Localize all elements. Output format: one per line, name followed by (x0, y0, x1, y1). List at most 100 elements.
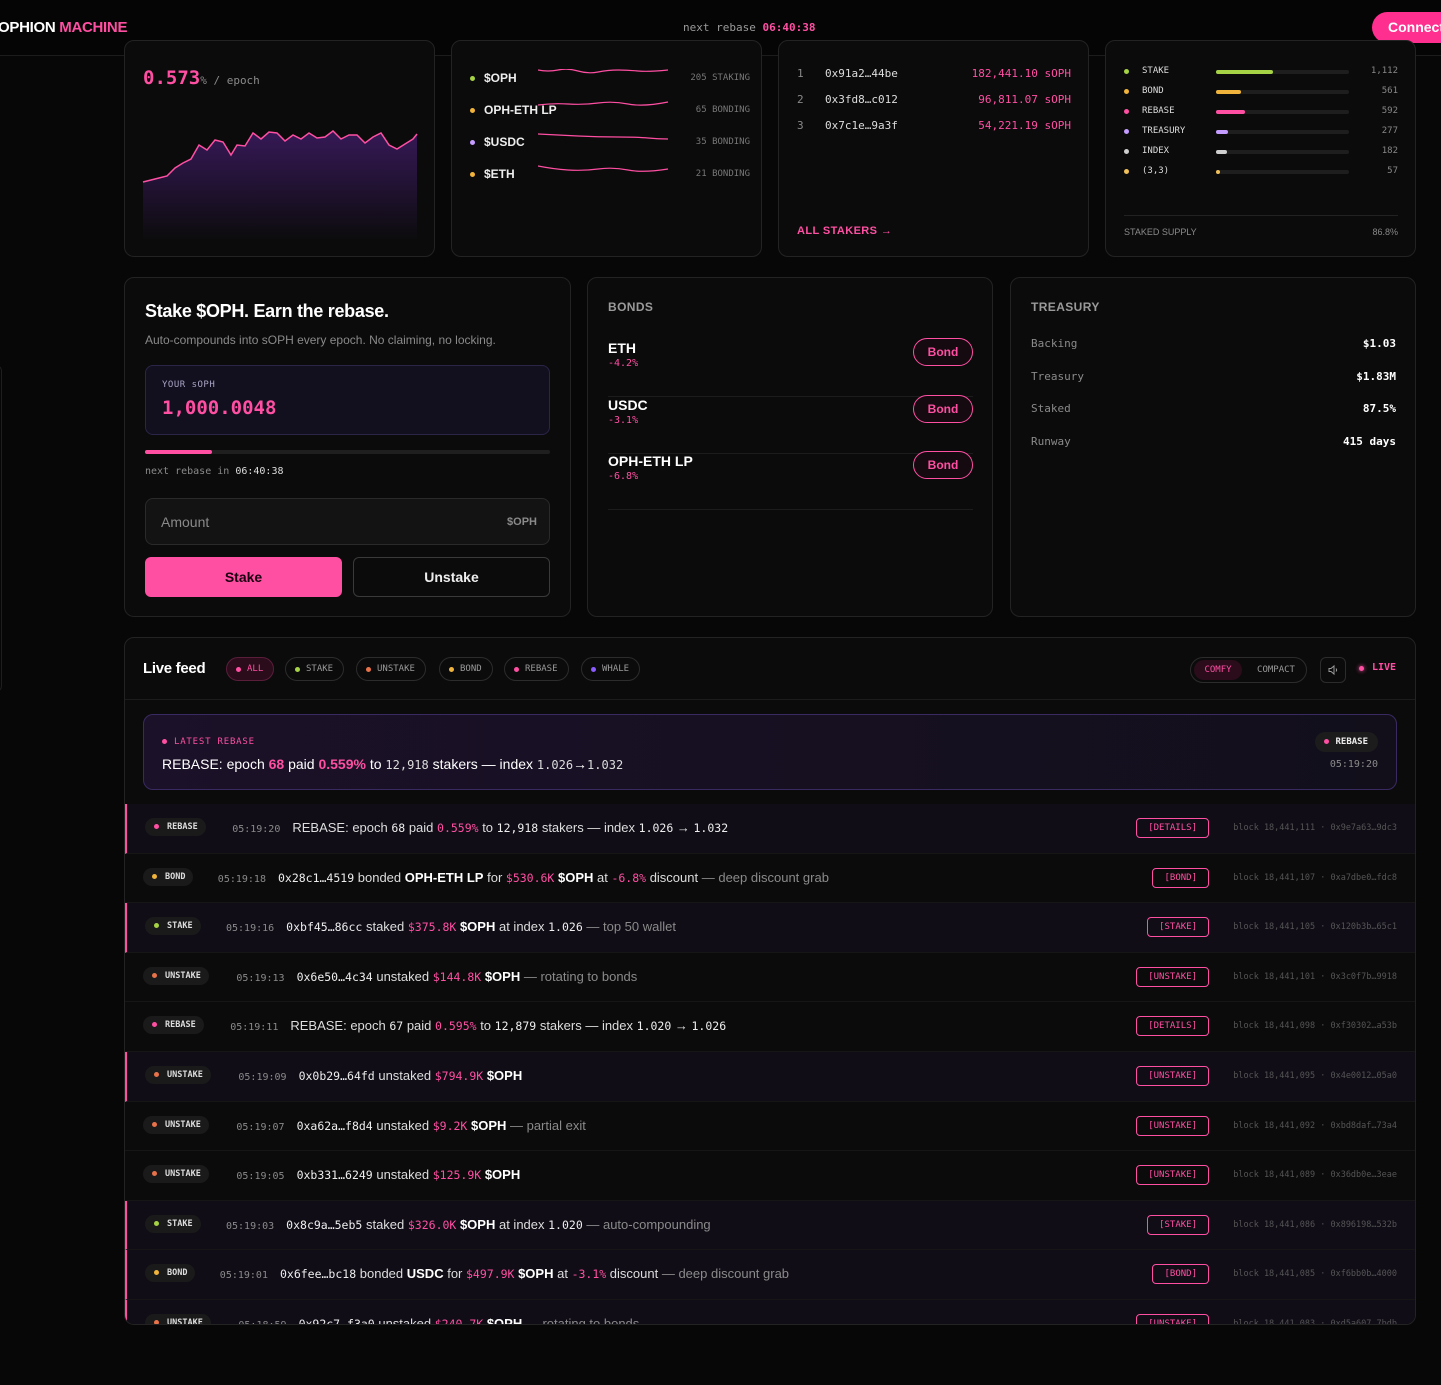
speaker-icon[interactable] (1320, 657, 1346, 683)
event-fragment: $9.2K (432, 1118, 468, 1133)
asset-row[interactable]: $ETH 21 BONDING (470, 165, 750, 183)
event-text: 05:19:05 0xb331…6249 unstaked $125.9K $OP… (236, 1167, 520, 1182)
filter-chip-whale[interactable]: WHALE (581, 657, 641, 681)
event-type-dot (154, 824, 159, 829)
next-rebase-time: 06:40:38 (762, 21, 816, 34)
latest-rebase-banner[interactable]: LATEST REBASE REBASE: epoch 68 paid 0.55… (143, 714, 1397, 790)
event-time: 05:19:05 (236, 1171, 285, 1183)
event-fragment: unstaked (374, 1067, 435, 1083)
feed-row[interactable]: UNSTAKE 05:18:59 0x92c7…f3a0 unstaked $240… (125, 1299, 1415, 1324)
event-action-button[interactable]: [UNSTAKE] (1136, 1065, 1209, 1086)
event-fragment: 1.020 (636, 1019, 672, 1034)
bond-row: ETH -4.2% Bond (608, 338, 973, 397)
asset-row[interactable]: OPH-ETH LP 65 BONDING (470, 101, 750, 119)
staker-row[interactable]: 1 0x91a2…44be 182,441.10 sOPH (797, 67, 1071, 81)
feed-list[interactable]: REBASE 05:19:20 REBASE: epoch 68 paid 0.55… (125, 804, 1415, 1324)
event-action-button[interactable]: [UNSTAKE] (1136, 1115, 1209, 1136)
density-compact[interactable]: COMPACT (1248, 660, 1304, 680)
feed-row[interactable]: REBASE 05:19:11 REBASE: epoch 67 paid 0.59… (125, 1002, 1415, 1052)
staker-amount: 182,441.10 sOPH (971, 67, 1071, 80)
activity-bar (1216, 170, 1349, 174)
activity-dot (1124, 149, 1129, 154)
event-fragment: at (553, 1266, 572, 1282)
feed-row[interactable]: STAKE 05:19:16 0xbf45…86cc staked $375.8K … (125, 903, 1415, 953)
event-block-ref: block 18,441,107 · 0xa7dbe0…fdc8 (1233, 872, 1397, 883)
staker-row[interactable]: 2 0x3fd8…c012 96,811.07 sOPH (797, 93, 1071, 107)
amount-placeholder: Amount (161, 514, 210, 530)
event-action-button[interactable]: [STAKE] (1147, 917, 1209, 938)
density-toggle[interactable]: COMFY COMPACT (1190, 657, 1307, 683)
amount-input[interactable]: Amount $OPH (145, 498, 550, 545)
event-action-button[interactable]: [BOND] (1152, 867, 1209, 888)
feed-row[interactable]: BOND 05:19:01 0x6fee…bc18 bonded USDC for … (125, 1250, 1415, 1300)
feed-row[interactable]: UNSTAKE 05:19:09 0x0b29…64fd unstaked $794… (125, 1051, 1415, 1102)
asset-count: 205 STAKING (690, 73, 750, 83)
feed-row[interactable]: UNSTAKE 05:19:05 0xb331…6249 unstaked $125… (125, 1151, 1415, 1201)
event-fragment: stakers — index (538, 820, 639, 835)
event-action-button[interactable]: [UNSTAKE] (1136, 1165, 1209, 1186)
activity-bar (1216, 150, 1349, 154)
treasury-title: TREASURY (1031, 300, 1100, 314)
staker-rank: 3 (797, 119, 804, 132)
bond-button[interactable]: Bond (913, 394, 973, 423)
filter-dot (514, 667, 519, 672)
activity-dot (1124, 89, 1129, 94)
latest-rebase-tag-label: LATEST REBASE (174, 737, 255, 747)
treasury-value: 415 days (1343, 435, 1396, 449)
filter-chip-all[interactable]: ALL (226, 657, 275, 681)
activity-bar (1216, 130, 1349, 134)
bond-button[interactable]: Bond (913, 338, 973, 366)
brand-logo[interactable]: OPHION MACHINE (0, 19, 127, 36)
treasury-card: TREASURY Backing $1.03 Treasury $1.83M Stake… (1010, 277, 1416, 617)
feed-row[interactable]: BOND 05:19:18 0x28c1…4519 bonded OPH-ETH L… (125, 854, 1415, 904)
event-fragment: $OPH (483, 1067, 523, 1083)
event-time: 05:19:07 (236, 1121, 285, 1133)
event-action-button[interactable]: [UNSTAKE] (1136, 1313, 1209, 1324)
event-type-dot (154, 1071, 159, 1077)
activity-bar (1216, 90, 1349, 94)
feed-row[interactable]: UNSTAKE 05:19:07 0xa62a…f8d4 unstaked $9.2… (125, 1102, 1415, 1152)
feed-row[interactable]: UNSTAKE 05:19:13 0x6e50…4c34 unstaked $144… (125, 953, 1415, 1003)
feed-row[interactable]: REBASE 05:19:20 REBASE: epoch 68 paid 0.55… (125, 804, 1415, 854)
event-fragment: $240.7K (434, 1316, 484, 1324)
event-fragment: discount (606, 1266, 662, 1282)
assets-card: $OPH 205 STAKING OPH-ETH LP 65 BONDING $USDC… (451, 40, 762, 257)
activity-row: REBASE 592 (1124, 106, 1398, 120)
feed-row[interactable]: STAKE 05:19:03 0x8c9a…5eb5 staked $326.0K … (125, 1200, 1415, 1251)
event-action-button[interactable]: [BOND] (1152, 1264, 1209, 1285)
staker-row[interactable]: 3 0x7c1e…9a3f 54,221.19 sOPH (797, 119, 1071, 133)
unstake-button[interactable]: Unstake (353, 557, 550, 597)
event-action-button[interactable]: [DETAILS] (1136, 1016, 1209, 1037)
activity-dot (1124, 169, 1129, 174)
event-action-button[interactable]: [STAKE] (1147, 1214, 1209, 1235)
event-fragment: to (476, 1018, 495, 1034)
event-type-badge: REBASE (145, 818, 206, 836)
asset-count: 35 BONDING (696, 137, 750, 147)
event-fragment: -3.1% (571, 1267, 607, 1282)
balance-value: 1,000.0048 (162, 397, 277, 419)
event-fragment: $OPH (467, 1117, 507, 1133)
filter-chip-unstake[interactable]: UNSTAKE (356, 657, 426, 681)
asset-count: 21 BONDING (696, 169, 750, 179)
stake-button[interactable]: Stake (145, 557, 342, 597)
event-time: 05:19:03 (226, 1220, 275, 1232)
connect-wallet-button[interactable]: Connect (1372, 12, 1441, 43)
asset-row[interactable]: $OPH 205 STAKING (470, 69, 750, 87)
bond-button[interactable]: Bond (913, 451, 973, 479)
event-action-button[interactable]: [UNSTAKE] (1136, 966, 1209, 987)
all-stakers-link[interactable]: ALL STAKERS → (797, 225, 892, 237)
event-type-dot (152, 873, 157, 879)
treasury-row: Staked 87.5% (1031, 402, 1396, 418)
event-text: 05:19:01 0x6fee…bc18 bonded USDC for $497… (220, 1266, 789, 1281)
asset-dot (470, 108, 475, 113)
asset-row[interactable]: $USDC 35 BONDING (470, 133, 750, 151)
density-comfy[interactable]: COMFY (1194, 660, 1242, 680)
epoch-progress-fill (145, 450, 212, 454)
filter-chip-rebase[interactable]: REBASE (504, 657, 569, 681)
filter-chip-stake[interactable]: STAKE (285, 657, 345, 681)
event-block-ref: block 18,441,083 · 0xd5a607…7bdb (1233, 1318, 1397, 1324)
next-rebase-label: next rebase (683, 21, 756, 34)
event-action-button[interactable]: [DETAILS] (1136, 818, 1209, 838)
event-time: 05:19:16 (226, 923, 275, 935)
filter-chip-bond[interactable]: BOND (439, 657, 493, 681)
